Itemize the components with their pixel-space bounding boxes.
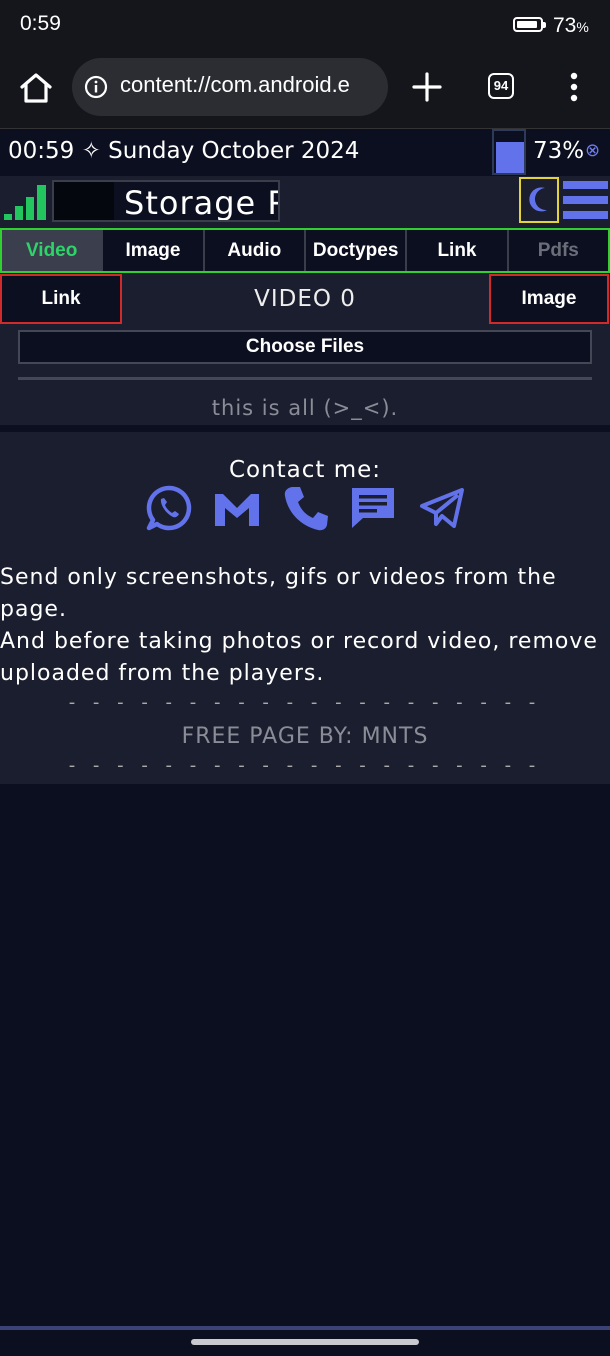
page-title: Storage P [124,184,280,222]
hamburger-line [563,181,608,189]
system-time: 0:59 [20,12,61,35]
signal-bars-icon [4,185,46,220]
end-of-list-text: this is all (>_<). [211,396,399,420]
page-title-box: Storage P [52,180,280,222]
system-battery-value: 73 [553,14,577,37]
section-separator [0,425,610,432]
section-title: VIDEO 0 [254,286,356,312]
moon-icon [529,187,547,212]
tab-video[interactable]: Video [2,230,104,271]
footer-note-line: Send only screenshots, gifs or videos fr… [0,565,557,622]
battery-percent: 73% [533,138,585,164]
battery-level-fill [496,142,524,173]
footer-note-line: And before taking photos or record video… [0,629,598,686]
tab-audio[interactable]: Audio [205,230,306,271]
credit-text: FREE PAGE BY: MNTS [181,724,429,749]
tab-link[interactable]: Link [407,230,509,271]
hamburger-menu-button[interactable] [561,177,610,223]
theme-toggle-button[interactable] [519,177,559,223]
tab-pdfs[interactable]: Pdfs [509,230,608,271]
close-circle-icon[interactable]: ⊗ [585,140,600,161]
home-icon[interactable] [16,68,56,108]
category-tabs: Video Image Audio Doctypes Link Pdfs [0,228,610,273]
dashed-separator: - - - - - - - - - - - - - - - - - - - - [68,692,542,713]
more-vert-icon[interactable] [562,70,586,104]
tab-image[interactable]: Image [103,230,205,271]
title-dark-block [54,182,114,220]
tab-doctypes[interactable]: Doctypes [306,230,408,271]
contact-title: Contact me: [228,457,382,483]
divider [18,377,592,380]
tab-switcher-button[interactable]: 94 [488,73,514,99]
phone-icon[interactable] [282,484,330,532]
info-icon[interactable] [84,75,108,99]
prev-section-button[interactable]: Link [0,274,122,324]
footer-note: Send only screenshots, gifs or videos fr… [0,562,610,690]
url-text[interactable]: content://com.android.e [120,72,382,98]
choose-files-button[interactable]: Choose Files [18,330,592,364]
hamburger-line [563,211,608,219]
clock-date-text: 00:59 ✧ Sunday October 2024 [8,138,360,164]
new-tab-plus-icon[interactable] [410,70,444,104]
battery-icon [513,17,546,32]
sms-icon[interactable] [349,484,397,532]
dashed-separator: - - - - - - - - - - - - - - - - - - - - [68,755,542,776]
gesture-handle[interactable] [191,1339,419,1345]
whatsapp-icon[interactable] [145,484,193,532]
next-section-button[interactable]: Image [489,274,609,324]
hamburger-line [563,196,608,204]
system-battery-unit: % [576,19,589,35]
gmail-icon[interactable] [213,484,261,532]
telegram-icon[interactable] [418,484,466,532]
system-battery-percent: 73% [553,14,589,38]
